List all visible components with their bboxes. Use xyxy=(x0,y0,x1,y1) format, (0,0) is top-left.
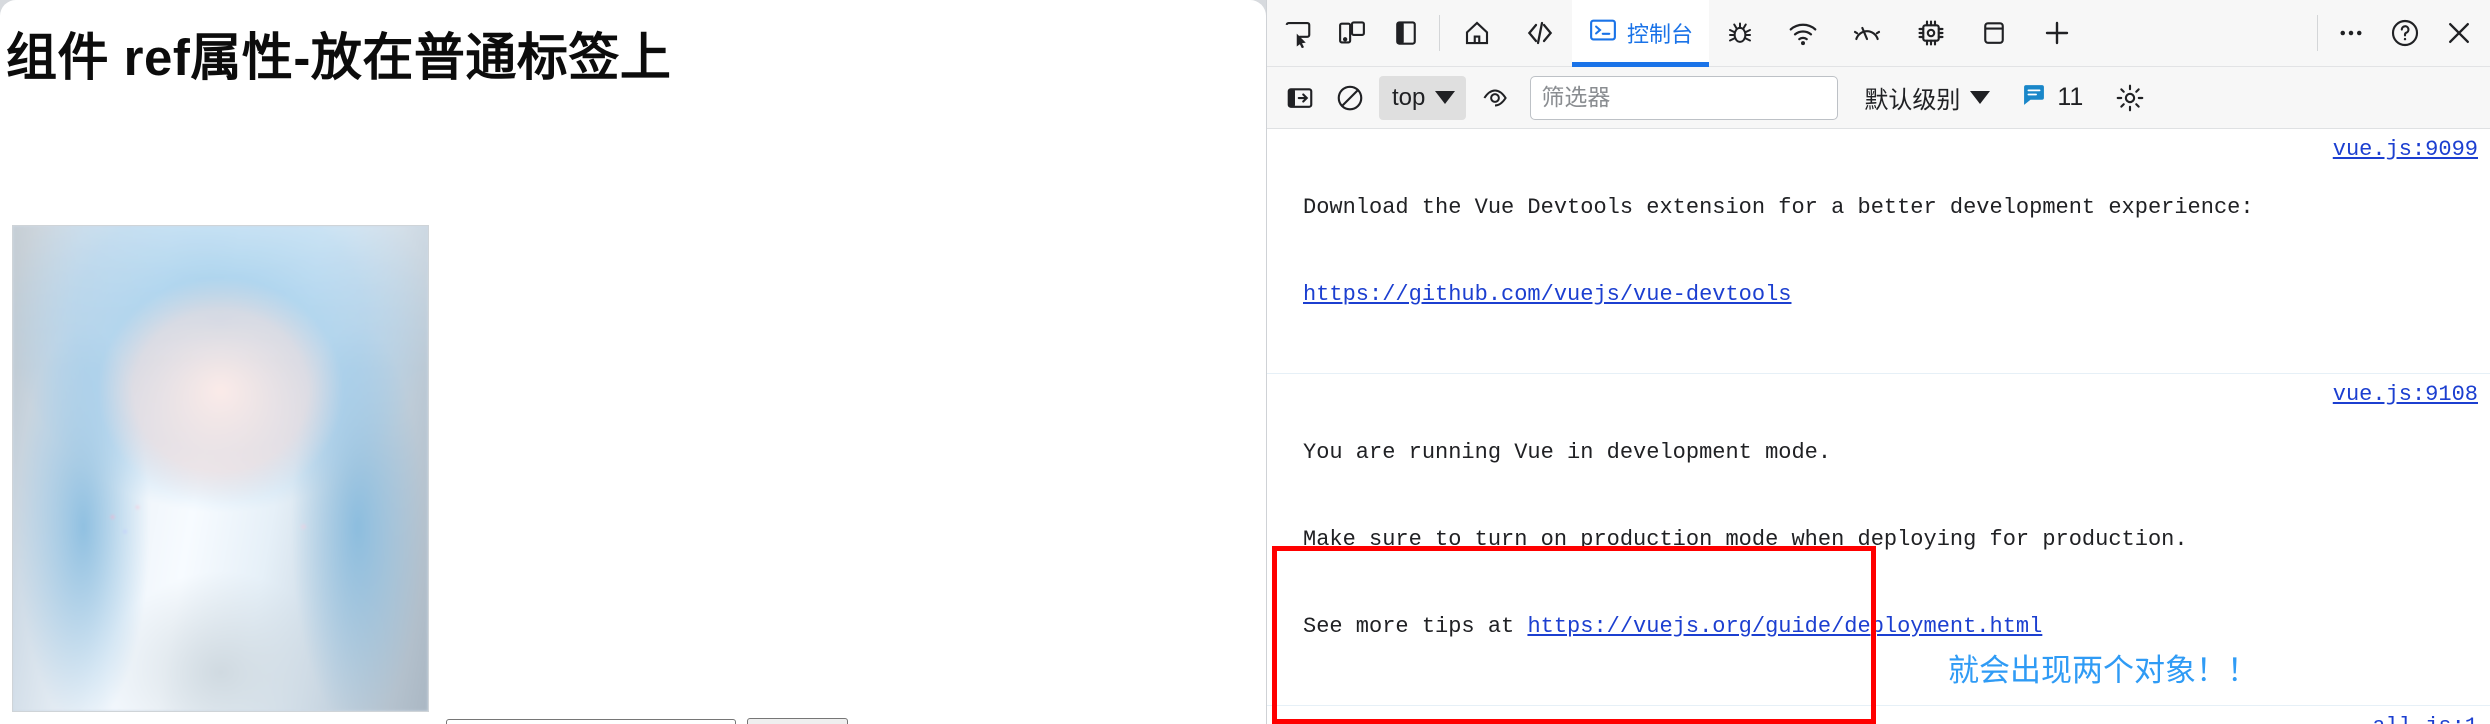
console-source-link[interactable]: all.js:1 xyxy=(2350,712,2478,724)
tab-memory[interactable] xyxy=(1899,0,1963,67)
tab-application[interactable] xyxy=(1963,0,2025,67)
console-level-label: 默认级别 xyxy=(1864,87,1961,114)
message-bubble-icon xyxy=(2020,81,2048,114)
console-context-label: top xyxy=(1392,83,1426,111)
tab-home[interactable] xyxy=(1446,0,1508,67)
text-input[interactable] xyxy=(446,719,736,724)
photo-image xyxy=(12,225,429,713)
annotation-note: 就会出现两个对象！！ xyxy=(1948,653,2258,688)
tab-console[interactable]: 控制台 xyxy=(1572,0,1710,67)
tab-elements[interactable] xyxy=(1508,0,1572,67)
help-icon[interactable] xyxy=(2378,0,2432,67)
photo-image-content xyxy=(13,226,428,712)
console-settings-group xyxy=(2105,73,2155,123)
tabbar-right-divider xyxy=(2317,15,2318,51)
message-line: You are running Vue in development mode. xyxy=(1303,440,1832,465)
console-context-select[interactable]: top xyxy=(1379,75,1467,120)
tab-sources[interactable] xyxy=(1709,0,1771,67)
console-filter-toolbar: top 默认级别 11 xyxy=(1267,67,2490,129)
tab-network[interactable] xyxy=(1771,0,1835,67)
tab-performance[interactable] xyxy=(1835,0,1899,67)
devtools-tabs: 控制台 xyxy=(1446,0,2089,67)
console-message-text: Download the Vue Devtools extension for … xyxy=(1303,135,2311,367)
console-source-link[interactable]: vue.js:9099 xyxy=(2311,135,2478,164)
tab-add[interactable] xyxy=(2025,0,2089,67)
close-devtools-icon[interactable] xyxy=(2432,0,2486,67)
webpage-viewport: 组件 ref属性-放在普通标签上 点我 me xyxy=(0,0,1266,724)
panel-layout-icon[interactable] xyxy=(1379,0,1433,67)
console-source-link[interactable]: vue.js:9108 xyxy=(2311,380,2478,409)
tab-console-label: 控制台 xyxy=(1627,22,1694,47)
message-count-value: 11 xyxy=(2057,83,2084,111)
vue-deployment-link[interactable]: https://vuejs.org/guide/deployment.html xyxy=(1527,614,2042,639)
gear-icon[interactable] xyxy=(2105,73,2155,123)
vue-devtools-link[interactable]: https://github.com/vuejs/vue-devtools xyxy=(1303,282,1791,307)
page-title: 组件 ref属性-放在普通标签上 xyxy=(6,29,672,86)
console-message[interactable]: Download the Vue Devtools extension for … xyxy=(1267,129,2490,374)
console-icon xyxy=(1588,15,1618,51)
device-toolbar-icon[interactable] xyxy=(1325,0,1379,67)
click-me-button[interactable]: 点我 me xyxy=(747,718,849,724)
devtools-tabbar-right xyxy=(2311,0,2486,66)
more-options-icon[interactable] xyxy=(2324,0,2378,67)
chevron-down-icon xyxy=(1435,91,1456,104)
message-line: Download the Vue Devtools extension for … xyxy=(1303,195,2254,220)
clear-console-icon[interactable] xyxy=(1325,73,1375,123)
console-message-text: Error at all.js:1:1505 at 0d83 (all.js:1… xyxy=(1303,712,2350,724)
screenshot-root: 组件 ref属性-放在普通标签上 点我 me xyxy=(0,0,2490,724)
console-sidebar-icon[interactable] xyxy=(1275,73,1325,123)
console-message-list[interactable]: Download the Vue Devtools extension for … xyxy=(1267,129,2490,724)
console-message[interactable]: Error at all.js:1:1505 at 0d83 (all.js:1… xyxy=(1267,706,2490,724)
inspect-element-icon[interactable] xyxy=(1271,0,1325,67)
tabbar-divider xyxy=(1439,15,1440,51)
devtools-tabbar: 控制台 xyxy=(1267,0,2490,67)
chevron-down-icon xyxy=(1970,91,1991,104)
console-message[interactable]: You are running Vue in development mode.… xyxy=(1267,374,2490,706)
demo-form: 点我 me xyxy=(446,718,849,724)
eye-icon[interactable] xyxy=(1470,73,1520,123)
message-line: Make sure to turn on production mode whe… xyxy=(1303,527,2188,552)
console-message-count[interactable]: 11 xyxy=(2020,81,2083,114)
console-filter-input[interactable] xyxy=(1530,75,1839,120)
message-line: See more tips at https://vuejs.org/guide… xyxy=(1303,612,2311,641)
console-level-select[interactable]: 默认级别 xyxy=(1864,80,1991,115)
message-line: https://github.com/vuejs/vue-devtools xyxy=(1303,280,2311,309)
message-line-prefix: See more tips at xyxy=(1303,614,1528,639)
devtools-panel: 控制台 top 筛选器 默认级别 11 Download the Vue Dev… xyxy=(1266,0,2490,724)
devtools-tool-buttons xyxy=(1271,0,1433,66)
